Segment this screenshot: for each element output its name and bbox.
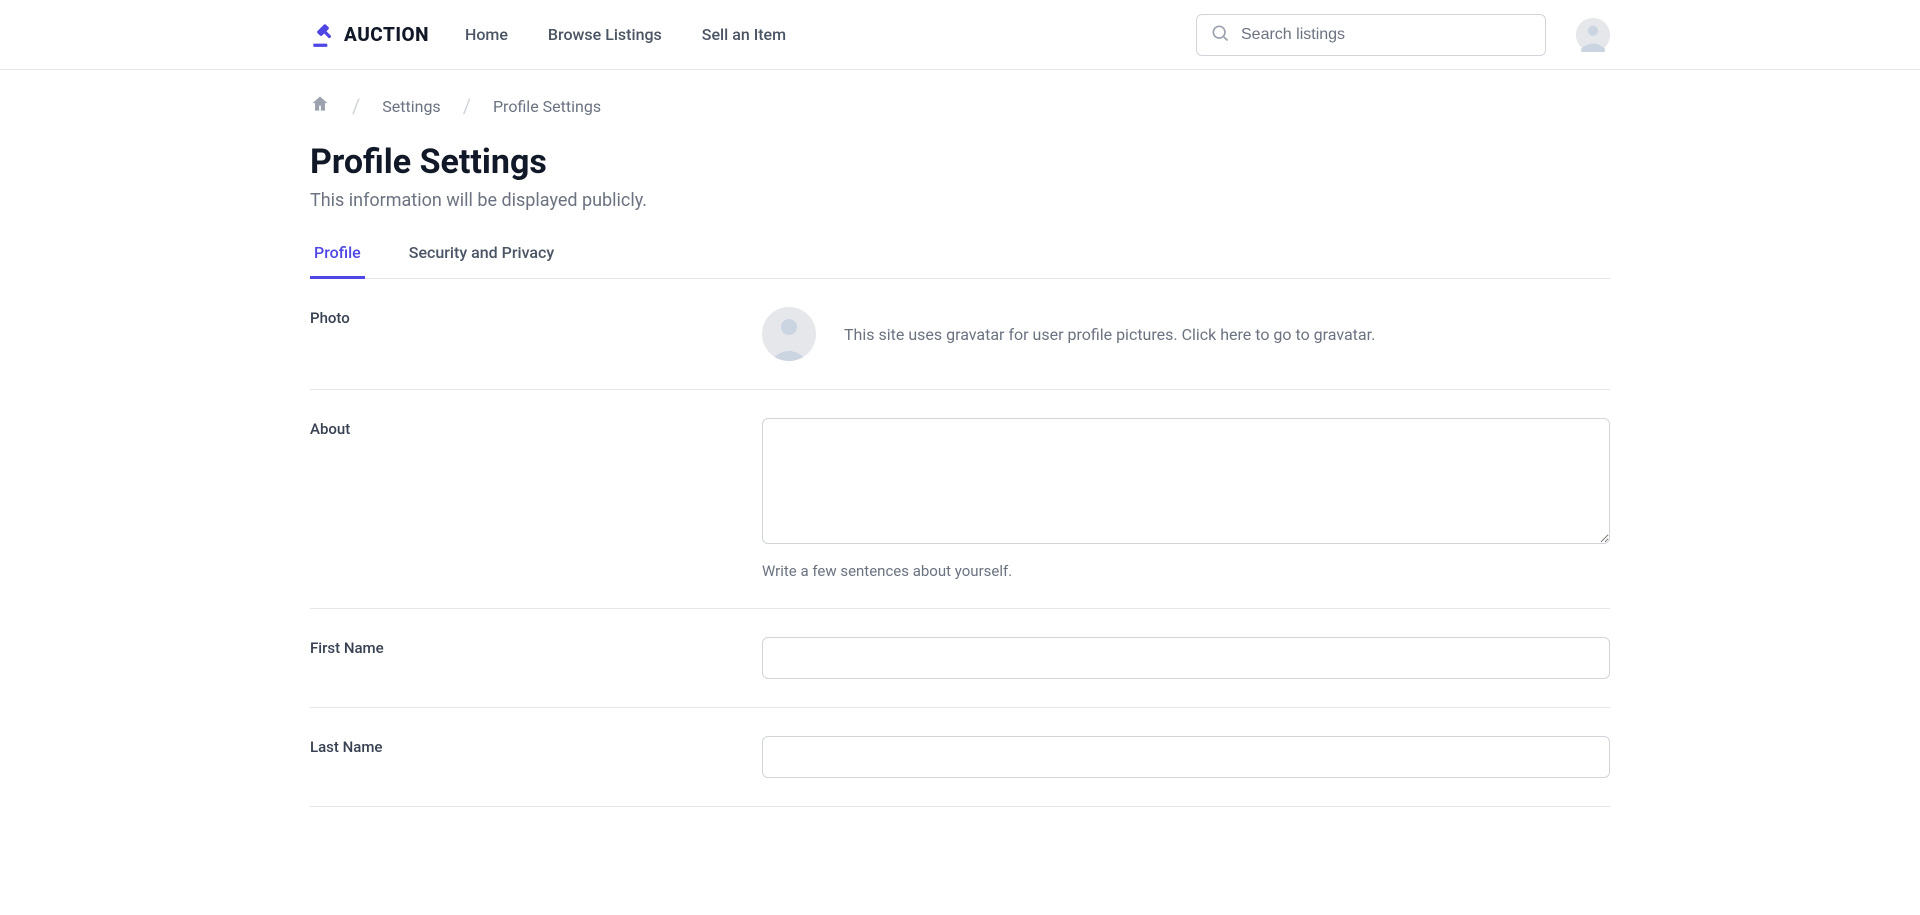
brand-logo[interactable]: AUCTION xyxy=(310,22,429,48)
breadcrumb-separator: / xyxy=(352,94,360,118)
about-help-text: Write a few sentences about yourself. xyxy=(762,562,1610,580)
person-icon xyxy=(762,307,816,361)
profile-photo-placeholder xyxy=(762,307,816,361)
breadcrumb-separator: / xyxy=(463,94,471,118)
first-name-input[interactable] xyxy=(762,637,1610,679)
about-textarea[interactable] xyxy=(762,418,1610,544)
main-content: / Settings / Profile Settings Profile Se… xyxy=(290,70,1630,807)
search-wrapper xyxy=(1196,14,1546,56)
brand-name: AUCTION xyxy=(344,23,429,46)
first-name-section: First Name xyxy=(310,609,1610,708)
gravatar-link[interactable]: This site uses gravatar for user profile… xyxy=(844,325,1375,344)
gavel-icon xyxy=(310,22,336,48)
breadcrumb-settings[interactable]: Settings xyxy=(382,97,440,116)
breadcrumb: / Settings / Profile Settings xyxy=(310,70,1610,136)
page-title: Profile Settings xyxy=(310,142,1610,182)
primary-nav: Home Browse Listings Sell an Item xyxy=(465,25,786,44)
about-section: About Write a few sentences about yourse… xyxy=(310,390,1610,609)
tab-security-privacy[interactable]: Security and Privacy xyxy=(405,233,558,279)
tab-profile[interactable]: Profile xyxy=(310,233,365,279)
user-avatar[interactable] xyxy=(1576,18,1610,52)
breadcrumb-home[interactable] xyxy=(310,94,330,118)
about-label: About xyxy=(310,418,762,580)
nav-browse-listings[interactable]: Browse Listings xyxy=(548,25,662,44)
breadcrumb-current[interactable]: Profile Settings xyxy=(493,97,601,116)
first-name-label: First Name xyxy=(310,637,762,679)
page-subtitle: This information will be displayed publi… xyxy=(310,190,1610,211)
last-name-section: Last Name xyxy=(310,708,1610,807)
photo-section: Photo This site uses gravatar for user p… xyxy=(310,279,1610,390)
nav-home[interactable]: Home xyxy=(465,25,508,44)
settings-tabs: Profile Security and Privacy xyxy=(310,233,1610,279)
last-name-input[interactable] xyxy=(762,736,1610,778)
nav-sell-item[interactable]: Sell an Item xyxy=(702,25,786,44)
last-name-label: Last Name xyxy=(310,736,762,778)
site-header: AUCTION Home Browse Listings Sell an Ite… xyxy=(0,0,1920,70)
search-input[interactable] xyxy=(1196,14,1546,56)
home-icon xyxy=(310,94,330,114)
photo-label: Photo xyxy=(310,307,762,361)
